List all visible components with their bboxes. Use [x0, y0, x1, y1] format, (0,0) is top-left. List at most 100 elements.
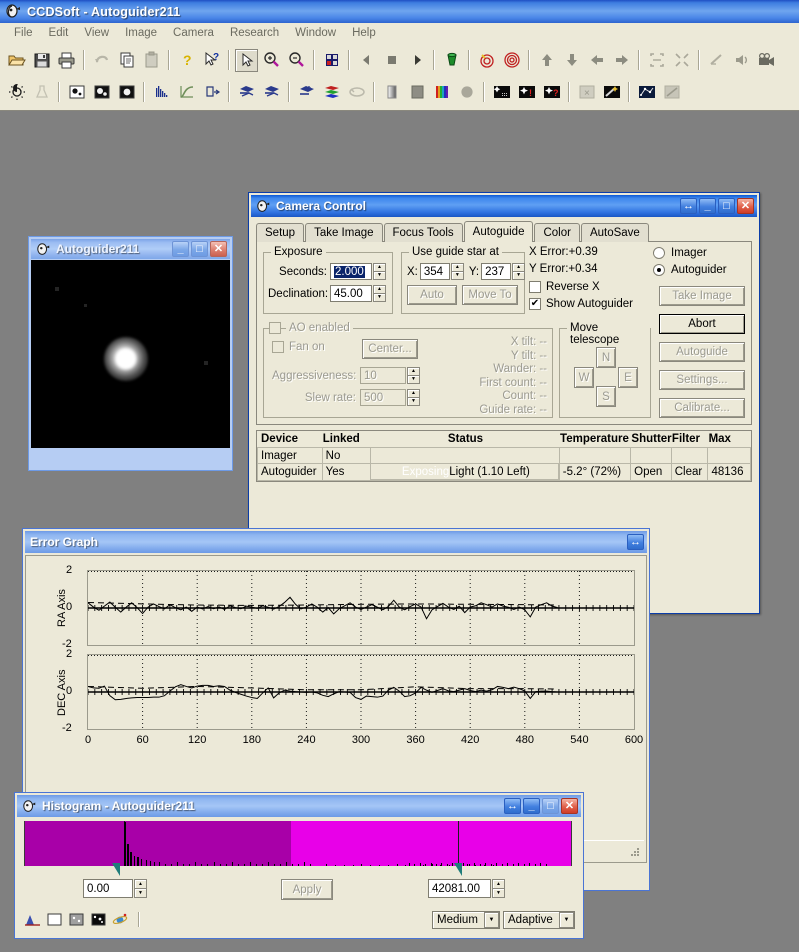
slew-rate-stepper[interactable]: ▲ ▼ [407, 389, 420, 406]
settings-button[interactable]: Settings... [659, 370, 745, 390]
minimize-button[interactable]: _ [172, 241, 189, 257]
move-east-button[interactable]: E [618, 367, 638, 388]
aggressiveness-input[interactable]: 10 [360, 367, 406, 384]
target-rings-icon[interactable] [500, 49, 523, 72]
star-query-icon[interactable]: ? [540, 81, 563, 104]
histogram-min-stepper[interactable]: ▲ ▼ [134, 879, 147, 898]
menu-item-help[interactable]: Help [344, 25, 384, 41]
arrow-pointer-icon[interactable] [235, 48, 258, 72]
ao-enabled-checkbox[interactable] [269, 322, 281, 334]
chevron-down-icon[interactable]: ▼ [559, 912, 574, 928]
zoom-in-icon[interactable] [260, 49, 283, 72]
tab-autosave[interactable]: AutoSave [580, 223, 649, 242]
astrometry-icon[interactable] [635, 81, 658, 104]
reverse-x-checkbox[interactable]: Reverse X [529, 281, 659, 293]
seconds-input[interactable]: 2.000 [330, 263, 372, 280]
black-stars-icon[interactable] [89, 911, 108, 928]
zoom-out-icon[interactable] [285, 49, 308, 72]
camera-video-icon[interactable] [755, 49, 778, 72]
fan-on-checkbox[interactable]: Fan on [272, 341, 325, 353]
guide-star-x-input[interactable]: 354 [419, 263, 450, 280]
aggressiveness-stepper[interactable]: ▲ ▼ [407, 367, 420, 384]
take-image-button[interactable]: Take Image [659, 286, 745, 306]
save-disk-icon[interactable] [30, 49, 53, 72]
tab-color[interactable]: Color [534, 223, 580, 242]
calibrate-button[interactable]: Calibrate... [659, 398, 745, 418]
histogram-tool-icon[interactable] [23, 911, 42, 928]
flat-frame-icon[interactable] [90, 81, 113, 104]
next-frame-icon[interactable] [405, 49, 428, 72]
tab-take-image[interactable]: Take Image [305, 223, 383, 242]
tab-setup[interactable]: Setup [256, 223, 305, 242]
gray-stars-icon[interactable] [67, 911, 86, 928]
color-bars-icon[interactable] [430, 81, 453, 104]
copy-icon[interactable] [115, 49, 138, 72]
move-up-icon[interactable] [535, 49, 558, 72]
seconds-stepper[interactable]: ▲ ▼ [373, 263, 386, 280]
tab-focus-tools[interactable]: Focus Tools [383, 223, 463, 242]
move-down-icon[interactable] [560, 49, 583, 72]
tab-autoguide[interactable]: Autoguide [463, 221, 534, 242]
brightness-icon[interactable] [5, 81, 28, 104]
autoguider-star-image[interactable] [31, 260, 230, 448]
autoguider-radio-button[interactable] [653, 264, 665, 276]
green-cone-icon[interactable] [440, 49, 463, 72]
close-button[interactable]: ✕ [210, 241, 227, 257]
declination-stepper[interactable]: ▲ ▼ [373, 285, 386, 302]
table-row[interactable]: Imager No [257, 447, 751, 464]
close-button[interactable]: ✕ [737, 198, 754, 214]
minimize-button[interactable]: _ [523, 798, 540, 814]
menu-item-window[interactable]: Window [287, 25, 344, 41]
expand-button[interactable]: ↔ [627, 534, 644, 550]
stack-add-icon[interactable] [235, 81, 258, 104]
fan-on-checkbox-box[interactable] [272, 341, 284, 353]
autoguide-button[interactable]: Autoguide [659, 342, 745, 362]
histogram-max-input[interactable]: 42081.00 [428, 879, 491, 898]
menu-item-view[interactable]: View [76, 25, 117, 41]
histogram-max-stepper[interactable]: ▲ ▼ [492, 879, 505, 898]
imager-radio-button[interactable] [653, 247, 665, 259]
print-icon[interactable] [55, 49, 78, 72]
histogram-titlebar[interactable]: Histogram - Autoguider211 ↔ _ □ ✕ [17, 795, 581, 817]
move-right-icon[interactable] [610, 49, 633, 72]
minimize-button[interactable]: _ [699, 198, 716, 214]
move-north-button[interactable]: N [596, 347, 616, 368]
show-autoguider-checkbox[interactable]: ✔ Show Autoguider [529, 298, 659, 310]
maximize-button[interactable]: □ [542, 798, 559, 814]
expand-button[interactable]: ↔ [504, 798, 521, 814]
white-box-icon[interactable] [45, 911, 64, 928]
help-question-icon[interactable]: ? [175, 49, 198, 72]
radio-autoguider[interactable]: Autoguider [653, 264, 727, 276]
abort-button[interactable]: Abort [659, 314, 745, 334]
expand-button[interactable]: ↔ [680, 198, 697, 214]
close-button[interactable]: ✕ [561, 798, 578, 814]
star-detect-icon[interactable] [490, 81, 513, 104]
planet-icon[interactable] [111, 911, 130, 928]
move-west-button[interactable]: W [574, 367, 594, 388]
move-to-button[interactable]: Move To [462, 285, 518, 305]
stack-combine-icon[interactable] [295, 81, 318, 104]
error-graph-titlebar[interactable]: Error Graph ↔ [25, 531, 647, 553]
open-folder-icon[interactable] [5, 49, 28, 72]
radio-imager[interactable]: Imager [653, 247, 727, 259]
move-left-icon[interactable] [585, 49, 608, 72]
histogram-icon[interactable] [150, 81, 173, 104]
menu-item-research[interactable]: Research [222, 25, 287, 41]
target-star-icon[interactable] [475, 49, 498, 72]
histogram-window[interactable]: Histogram - Autoguider211 ↔ _ □ ✕ 0.00 ▲… [14, 792, 584, 939]
apply-button[interactable]: Apply [281, 879, 333, 900]
maximize-button[interactable]: □ [718, 198, 735, 214]
resize-grip[interactable] [629, 846, 641, 858]
bias-frame-icon[interactable] [115, 81, 138, 104]
histogram-plot[interactable] [24, 821, 572, 866]
stack-sub-icon[interactable] [260, 81, 283, 104]
histogram-low-marker[interactable] [112, 863, 120, 876]
star-magic-icon[interactable] [600, 81, 623, 104]
dark-frame-icon[interactable] [65, 81, 88, 104]
color-combine-icon[interactable] [320, 81, 343, 104]
reverse-x-checkbox-box[interactable] [529, 281, 541, 293]
menu-item-file[interactable]: File [6, 25, 41, 41]
stop-frame-icon[interactable] [380, 49, 403, 72]
star-alert-icon[interactable]: ! [515, 81, 538, 104]
autoguider-image-window[interactable]: Autoguider211 _ □ ✕ [28, 236, 233, 471]
